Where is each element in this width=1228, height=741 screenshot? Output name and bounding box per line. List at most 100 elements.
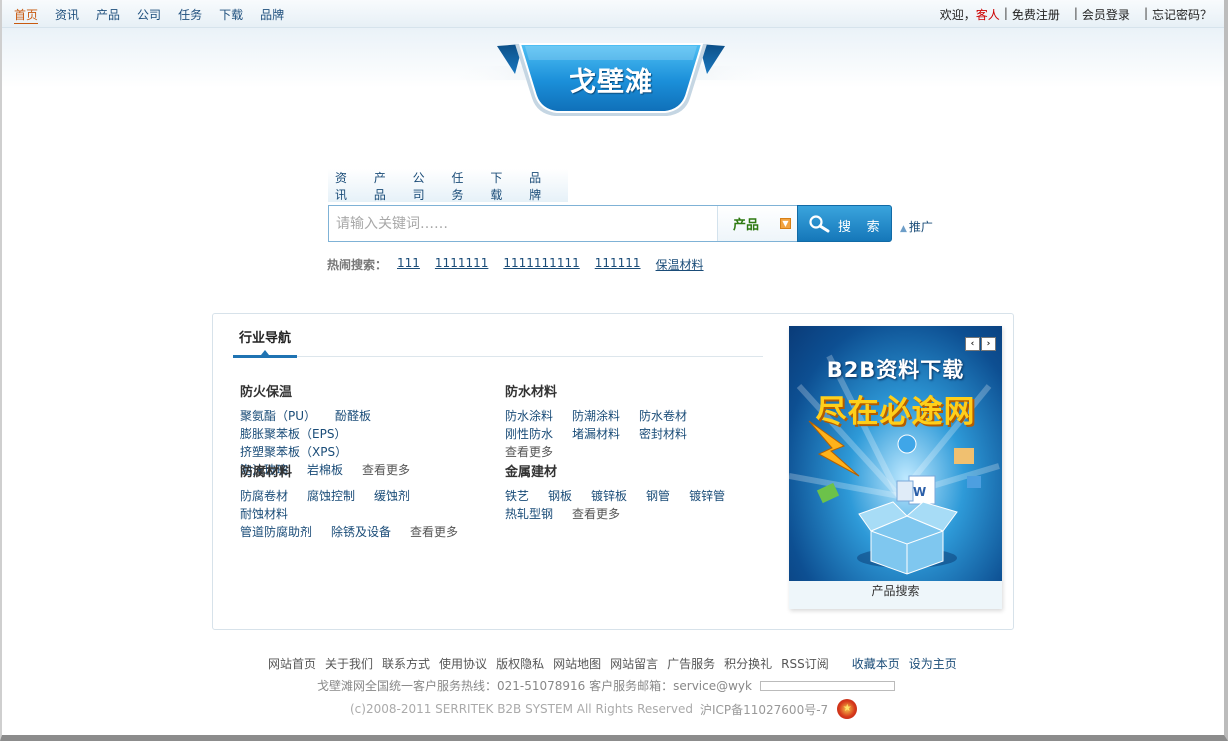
footer-link-privacy[interactable]: 版权隐私 [496, 655, 544, 672]
tab-industry-nav[interactable]: 行业导航 [239, 327, 291, 346]
footer-link-sitemap[interactable]: 网站地图 [553, 655, 601, 672]
category-links: 防腐卷材 腐蚀控制 缓蚀剂耐蚀材料 管道防腐助剂 除锈及设备 查看更多 [240, 487, 490, 541]
caret-icon [261, 350, 269, 355]
category-link[interactable]: 钢板 [548, 487, 572, 505]
hot-search-term[interactable]: 1111111 [435, 256, 488, 273]
ad-nav: ‹ › [964, 337, 996, 351]
active-tab-indicator [233, 355, 297, 358]
footer-link-about[interactable]: 关于我们 [325, 655, 373, 672]
tab-divider [233, 356, 763, 357]
hot-search-term[interactable]: 1111111111 [503, 256, 579, 273]
ad-title: B2B资料下载 [826, 358, 965, 382]
category-waterproof: 防水材料 防水涂料 防潮涂料 防水卷材 刚性防水 堵漏材料 密封材料 查看更多 [505, 381, 755, 461]
hot-search-term[interactable]: 111 [397, 256, 420, 273]
category-link[interactable]: 防水涂料 [505, 407, 553, 425]
category-link[interactable]: 镀锌管 [689, 487, 725, 505]
search-tab-products[interactable]: 产品 [374, 169, 398, 203]
category-link[interactable]: 防潮涂料 [572, 407, 620, 425]
category-link[interactable]: 防腐卷材 [240, 487, 288, 505]
separator: | [1003, 6, 1008, 20]
top-nav: 首页 资讯 产品 公司 任务 下载 品牌 [14, 6, 301, 24]
footer-link-ads[interactable]: 广告服务 [667, 655, 715, 672]
police-badge-icon[interactable]: ★ [837, 699, 858, 719]
search-type-select[interactable]: 产品 ▼ [717, 206, 798, 241]
category-title: 防火保温 [240, 385, 293, 400]
footer-link-contact[interactable]: 联系方式 [382, 655, 430, 672]
category-link[interactable]: 刚性防水 [505, 425, 553, 443]
footer-link-rss[interactable]: RSS订阅 [781, 655, 829, 672]
hot-search-term[interactable]: 111111 [595, 256, 641, 273]
top-nav-brands[interactable]: 品牌 [260, 6, 284, 24]
ad-prev-button[interactable]: ‹ [965, 337, 980, 351]
category-link[interactable]: 酚醛板 [335, 407, 371, 425]
ad-banner[interactable]: W ‹ › B2B资料下载 尽在必途网 产品搜索 [789, 326, 1002, 609]
footer-link-rewards[interactable]: 积分换礼 [724, 655, 772, 672]
promote-link[interactable]: ▲ 推广 [900, 218, 933, 235]
footer-contact: 戈壁滩网全国统一客户服务热线：021-51078916 客户服务邮箱：servi… [317, 677, 895, 694]
category-link[interactable]: 铁艺 [505, 487, 529, 505]
category-title: 防水材料 [505, 385, 558, 400]
footer-link-home[interactable]: 网站首页 [268, 655, 316, 672]
search-type-label: 产品 [733, 218, 760, 233]
svg-text:W: W [913, 485, 926, 499]
category-link[interactable]: 除锈及设备 [331, 523, 391, 541]
category-link[interactable]: 镀锌板 [591, 487, 627, 505]
search-input[interactable] [329, 206, 717, 241]
search-tab-companies[interactable]: 公司 [413, 169, 437, 203]
logo-text: 戈壁滩 [569, 67, 653, 98]
forgot-password-link[interactable]: 忘记密码？ [1152, 6, 1212, 23]
footer-link-guestbook[interactable]: 网站留言 [610, 655, 658, 672]
category-title: 防腐材料 [240, 465, 293, 480]
set-homepage-link[interactable]: 设为主页 [909, 655, 957, 672]
guest-name: 客人 [975, 8, 1000, 22]
bookmark-link[interactable]: 收藏本页 [852, 655, 900, 672]
search-button[interactable]: 搜 索 [797, 205, 892, 242]
top-nav-companies[interactable]: 公司 [137, 6, 161, 24]
footer-link-terms[interactable]: 使用协议 [439, 655, 487, 672]
search-tab-brands[interactable]: 品牌 [529, 169, 553, 203]
view-more-link[interactable]: 查看更多 [505, 443, 553, 461]
search-tab-downloads[interactable]: 下载 [490, 169, 514, 203]
ad-image[interactable]: W ‹ › B2B资料下载 尽在必途网 [789, 326, 1002, 581]
category-link[interactable]: 堵漏材料 [572, 425, 620, 443]
category-link[interactable]: 耐蚀材料 [240, 505, 288, 523]
dropdown-arrow-icon[interactable]: ▼ [780, 218, 791, 229]
register-link[interactable]: 免费注册 [1012, 6, 1060, 23]
separator: | [1073, 6, 1078, 20]
category-link[interactable]: 防水卷材 [639, 407, 687, 425]
search-icon [809, 215, 831, 236]
category-link[interactable]: 挤塑聚苯板（XPS） [240, 443, 347, 461]
top-nav-products[interactable]: 产品 [96, 6, 120, 24]
category-links: 铁艺 钢板 镀锌板 钢管 镀锌管 热轧型钢 查看更多 [505, 487, 755, 523]
category-link[interactable]: 密封材料 [639, 425, 687, 443]
category-link[interactable]: 腐蚀控制 [307, 487, 355, 505]
category-link[interactable]: 膨胀聚苯板（EPS） [240, 425, 346, 443]
footer-input-stub [759, 680, 895, 691]
top-bar: 首页 资讯 产品 公司 任务 下载 品牌 欢迎， 客人 | 免费注册 | 会员登… [0, 0, 1228, 28]
view-more-link[interactable]: 查看更多 [572, 505, 620, 523]
category-link[interactable]: 热轧型钢 [505, 505, 553, 523]
top-nav-tasks[interactable]: 任务 [178, 6, 202, 24]
top-nav-news[interactable]: 资讯 [55, 6, 79, 24]
category-link[interactable]: 钢管 [646, 487, 670, 505]
category-link[interactable]: 管道防腐助剂 [240, 523, 312, 541]
site-logo[interactable]: 戈壁滩 [435, 40, 787, 128]
ad-next-button[interactable]: › [981, 337, 996, 351]
hot-search-label: 热闹搜索： [327, 258, 388, 272]
category-link[interactable]: 缓蚀剂 [374, 487, 410, 505]
hot-search-term[interactable]: 保温材料 [656, 256, 704, 273]
search-tab-news[interactable]: 资讯 [335, 169, 359, 203]
hot-searches: 热闹搜索： 111 1111111 1111111111 111111 保温材料 [327, 256, 719, 273]
category-title: 金属建材 [505, 465, 558, 480]
footer-copyright: (c)2008-2011 SERRITEK B2B SYSTEM All Rig… [350, 699, 858, 719]
contact-info: 戈壁滩网全国统一客户服务热线：021-51078916 客户服务邮箱：servi… [317, 679, 752, 693]
ad-caption[interactable]: 产品搜索 [789, 581, 1002, 609]
top-nav-home[interactable]: 首页 [14, 6, 39, 24]
search-tab-tasks[interactable]: 任务 [451, 169, 475, 203]
view-more-link[interactable]: 查看更多 [410, 523, 458, 541]
category-metal-materials: 金属建材 铁艺 钢板 镀锌板 钢管 镀锌管 热轧型钢 查看更多 [505, 461, 755, 523]
category-link[interactable]: 聚氨酯（PU） [240, 407, 316, 425]
login-link[interactable]: 会员登录 [1082, 6, 1130, 23]
top-nav-downloads[interactable]: 下载 [219, 6, 243, 24]
icp-link[interactable]: 沪ICP备11027600号-7 [700, 701, 828, 718]
